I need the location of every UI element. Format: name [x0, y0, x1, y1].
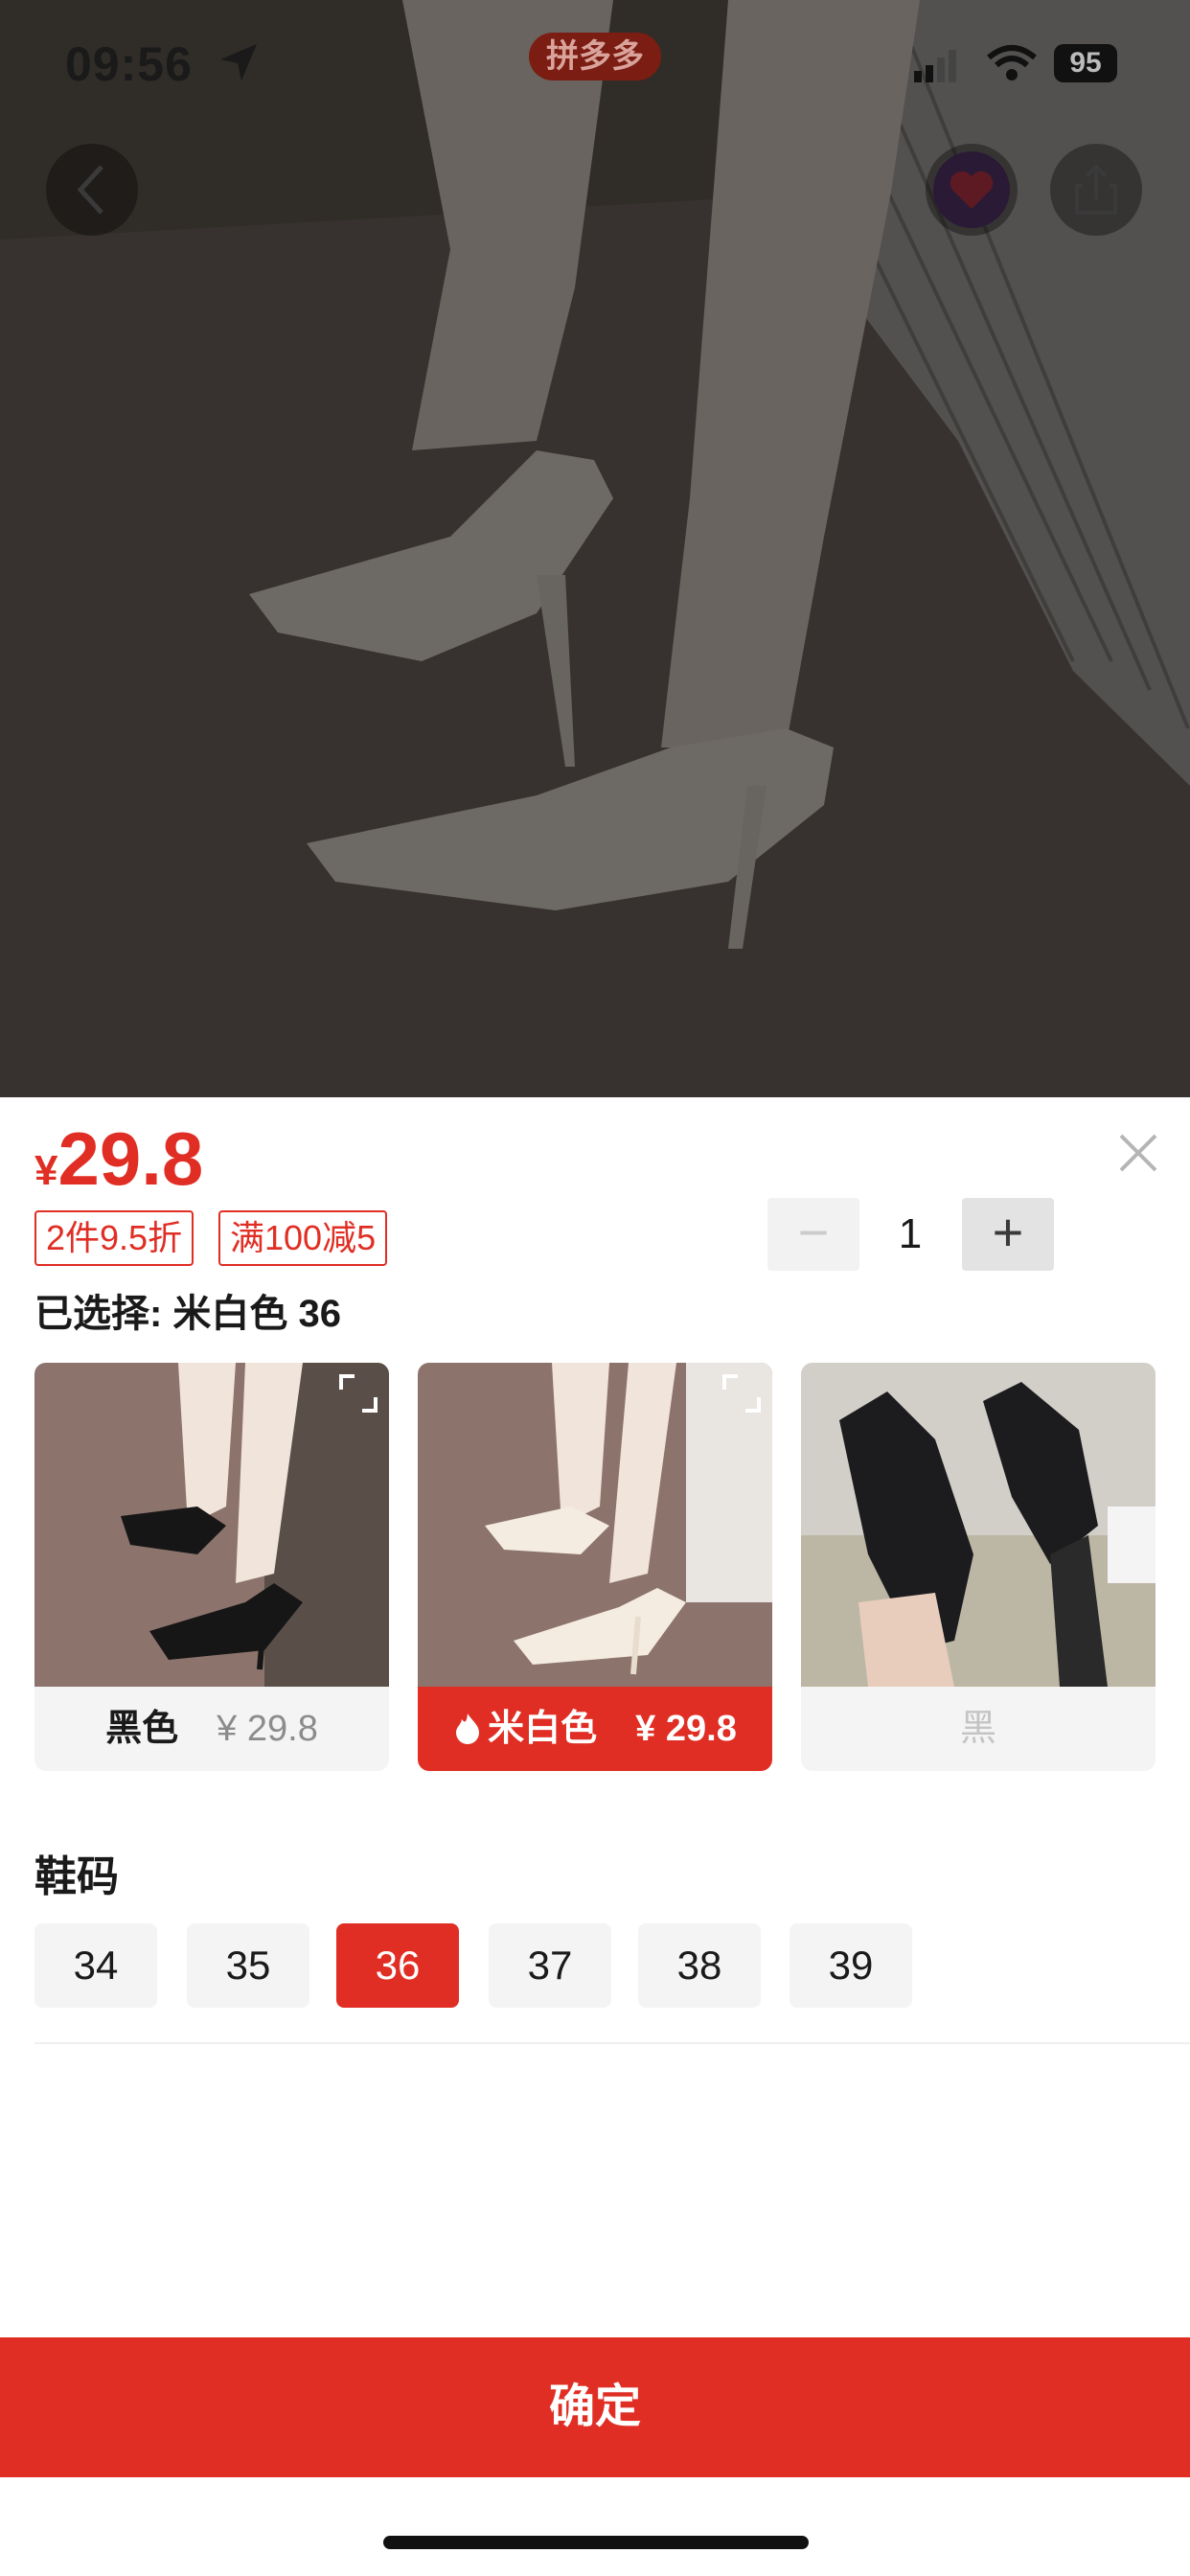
- size-option[interactable]: 36: [336, 1923, 459, 2008]
- color-price: ¥ 29.8: [217, 1709, 318, 1749]
- divider: [34, 2042, 1190, 2044]
- expand-icon[interactable]: [721, 1372, 763, 1414]
- flame-icon: [456, 1714, 480, 1744]
- quantity-value: 1: [898, 1210, 923, 1257]
- share-button[interactable]: [1050, 144, 1142, 236]
- color-option-footer: 黑色 ¥ 29.8: [34, 1687, 389, 1771]
- color-option-off-white[interactable]: 米白色 ¥ 29.8: [418, 1363, 772, 1771]
- share-icon: [1075, 164, 1117, 215]
- color-option-black-flat[interactable]: 黑: [801, 1363, 1156, 1771]
- promo-tag: 2件9.5折: [34, 1210, 195, 1266]
- cellular-signal-icon: [914, 50, 956, 82]
- wifi-icon: [987, 45, 1037, 80]
- expand-icon[interactable]: [337, 1372, 379, 1414]
- size-option[interactable]: 39: [790, 1923, 912, 2008]
- size-option[interactable]: 34: [34, 1923, 157, 2008]
- home-indicator: [383, 2536, 809, 2549]
- size-option[interactable]: 38: [638, 1923, 761, 2008]
- back-button[interactable]: [46, 144, 138, 236]
- color-option-image: [34, 1363, 389, 1687]
- color-option-footer: 米白色 ¥ 29.8: [418, 1687, 772, 1771]
- size-option[interactable]: 37: [489, 1923, 611, 2008]
- size-option[interactable]: 35: [187, 1923, 309, 2008]
- confirm-button[interactable]: 确定: [0, 2337, 1190, 2477]
- currency-symbol: ¥: [34, 1147, 58, 1194]
- color-name: 米白色: [488, 1709, 598, 1749]
- favorite-button[interactable]: [926, 144, 1018, 236]
- heart-icon: [933, 151, 1010, 228]
- color-option-black[interactable]: 黑色 ¥ 29.8: [34, 1363, 389, 1771]
- color-name: 黑色: [105, 1709, 179, 1749]
- color-price: ¥ 29.8: [635, 1709, 737, 1749]
- size-section-title: 鞋码: [34, 1853, 119, 1900]
- chevron-left-icon: [77, 165, 103, 215]
- color-option-image: [801, 1363, 1156, 1687]
- increase-quantity-button[interactable]: +: [962, 1198, 1054, 1271]
- app-badge: 拼多多: [529, 33, 661, 80]
- location-arrow-icon: [220, 44, 257, 80]
- color-option-footer: 黑: [801, 1687, 1156, 1771]
- close-icon[interactable]: [1111, 1126, 1165, 1180]
- decrease-quantity-button[interactable]: −: [767, 1198, 859, 1271]
- price-value: 29.8: [57, 1116, 204, 1201]
- status-time: 09:56: [65, 37, 193, 91]
- battery-indicator: 95: [1054, 44, 1117, 82]
- price: ¥29.8: [34, 1116, 203, 1203]
- promo-tag: 满100减5: [218, 1210, 388, 1266]
- selected-variant-text: 已选择: 米白色 36: [34, 1293, 342, 1335]
- color-name: 黑: [959, 1709, 996, 1749]
- color-option-image: [418, 1363, 772, 1687]
